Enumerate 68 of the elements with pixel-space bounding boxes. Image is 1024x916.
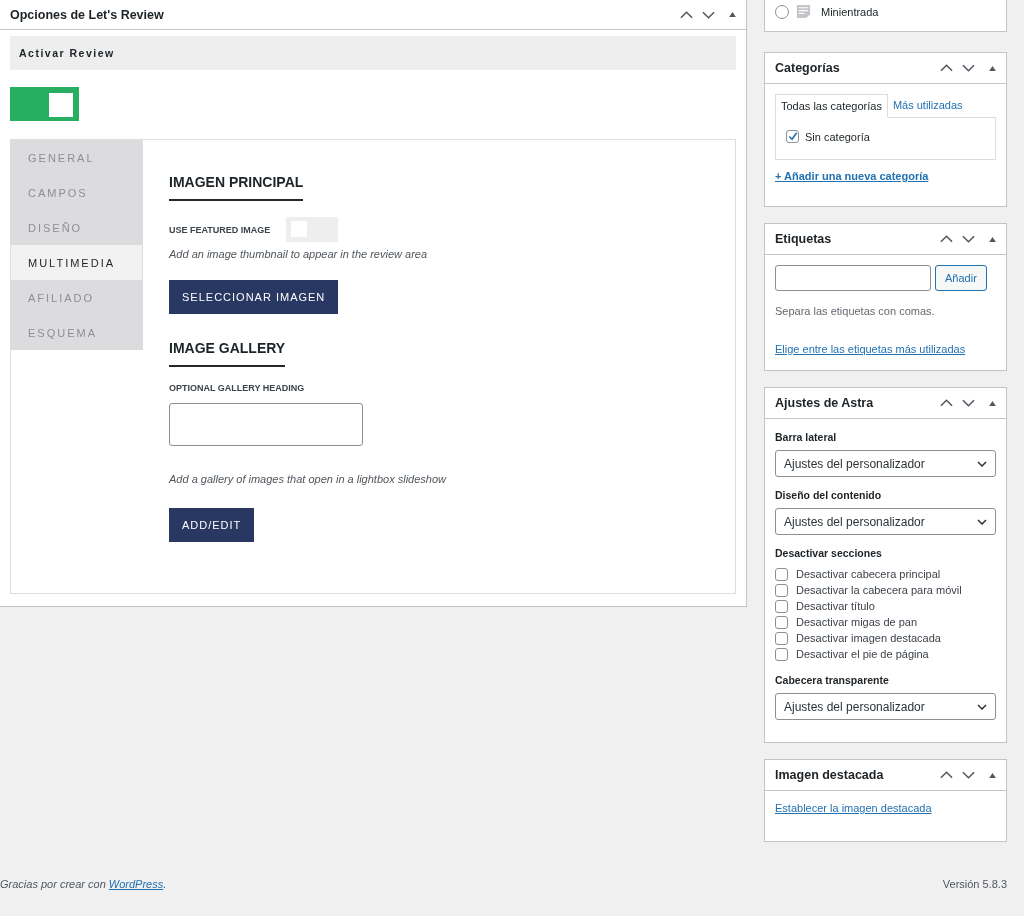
category-label: Sin categoría xyxy=(805,130,870,143)
move-up-icon[interactable] xyxy=(940,399,953,407)
dropdown-select[interactable]: Ajustes del personalizador xyxy=(775,508,996,535)
add-tag-button[interactable]: Añadir xyxy=(935,265,987,291)
move-up-icon[interactable] xyxy=(940,235,953,243)
collapse-triangle-icon[interactable] xyxy=(989,65,996,71)
panel-title: Imagen destacada xyxy=(775,768,884,782)
caret-icon xyxy=(977,460,987,467)
section-heading: IMAGE GALLERY xyxy=(169,340,286,367)
caret-icon xyxy=(977,703,987,710)
checkbox-label: Desactivar el pie de página xyxy=(796,648,929,660)
setting-label: Diseño del contenido xyxy=(775,489,883,501)
setting-label: Cabecera transparente xyxy=(775,674,890,686)
tags-hint: Separa las etiquetas con comas. xyxy=(775,305,936,317)
panel-title: Ajustes de Astra xyxy=(775,396,874,410)
move-up-icon[interactable] xyxy=(940,771,953,779)
version-text: Versión 5.8.3 xyxy=(942,878,1007,890)
checkbox[interactable] xyxy=(775,631,788,645)
field-hint: Add an image thumbnail to appear in the review area xyxy=(169,248,429,260)
collapse-triangle-icon[interactable] xyxy=(729,12,736,17)
field-hint: Add a gallery of images that open in a lightbox slideshow xyxy=(169,473,446,485)
caret-icon xyxy=(977,518,987,525)
panel-title: Categorías xyxy=(775,61,840,75)
move-up-icon[interactable] xyxy=(940,64,953,72)
collapse-triangle-icon[interactable] xyxy=(989,236,996,242)
footer-credit: Gracias por crear con WordPress. xyxy=(0,878,167,890)
checkbox-label: Desactivar cabecera principal xyxy=(796,568,941,580)
most-used-tags-link[interactable]: Elige entre las etiquetas más utilizadas xyxy=(775,343,966,355)
dropdown-select[interactable]: Ajustes del personalizador xyxy=(775,450,996,477)
add-edit-button[interactable]: ADD/EDIT xyxy=(169,508,255,542)
checkbox[interactable] xyxy=(775,615,788,629)
select-image-button[interactable]: SELECCIONAR IMAGEN xyxy=(169,280,339,314)
format-option-label: Minientrada xyxy=(821,5,879,18)
checkbox[interactable] xyxy=(775,583,788,597)
setting-label: Barra lateral xyxy=(775,431,838,443)
sidebar-tab[interactable]: MULTIMEDIA xyxy=(11,245,142,280)
checkbox[interactable] xyxy=(775,647,788,661)
panel-title: Etiquetas xyxy=(775,232,832,246)
field-label: USE FEATURED IMAGE xyxy=(169,224,271,235)
panel-title: Opciones de Let's Review xyxy=(10,7,164,22)
checkbox[interactable] xyxy=(775,567,788,581)
checkbox-label: Desactivar título xyxy=(796,600,875,612)
move-down-icon[interactable] xyxy=(962,399,975,407)
checkbox[interactable] xyxy=(775,599,788,613)
move-down-icon[interactable] xyxy=(962,235,975,243)
input-field[interactable] xyxy=(169,403,363,446)
checkbox-label: Desactivar la cabecera para móvil xyxy=(796,584,962,596)
category-tab[interactable]: Todas las categorías xyxy=(775,94,888,118)
section-heading: IMAGEN PRINCIPAL xyxy=(169,174,304,201)
move-down-icon[interactable] xyxy=(702,10,715,19)
document-icon xyxy=(796,4,811,19)
checkbox-label: Desactivar imagen destacada xyxy=(796,632,941,644)
move-down-icon[interactable] xyxy=(962,771,975,779)
checkbox-label: Desactivar migas de pan xyxy=(796,616,918,628)
move-down-icon[interactable] xyxy=(962,64,975,72)
set-featured-image-link[interactable]: Establecer la imagen destacada xyxy=(775,802,932,814)
tag-input-field[interactable] xyxy=(775,265,931,291)
checkbox[interactable] xyxy=(786,130,799,143)
move-up-icon[interactable] xyxy=(680,10,693,19)
activate-toggle[interactable] xyxy=(10,87,79,121)
setting-label: Desactivar secciones xyxy=(775,547,883,559)
category-tab[interactable]: Más utilizadas xyxy=(887,94,968,117)
collapse-triangle-icon[interactable] xyxy=(989,400,996,406)
activate-label: Activar Review xyxy=(19,47,115,59)
add-category-link[interactable]: + Añadir una nueva categoría xyxy=(775,170,929,182)
dropdown-select[interactable]: Ajustes del personalizador xyxy=(775,693,996,720)
collapse-triangle-icon[interactable] xyxy=(989,772,996,778)
field-label: OPTIONAL GALLERY HEADING xyxy=(169,383,306,393)
